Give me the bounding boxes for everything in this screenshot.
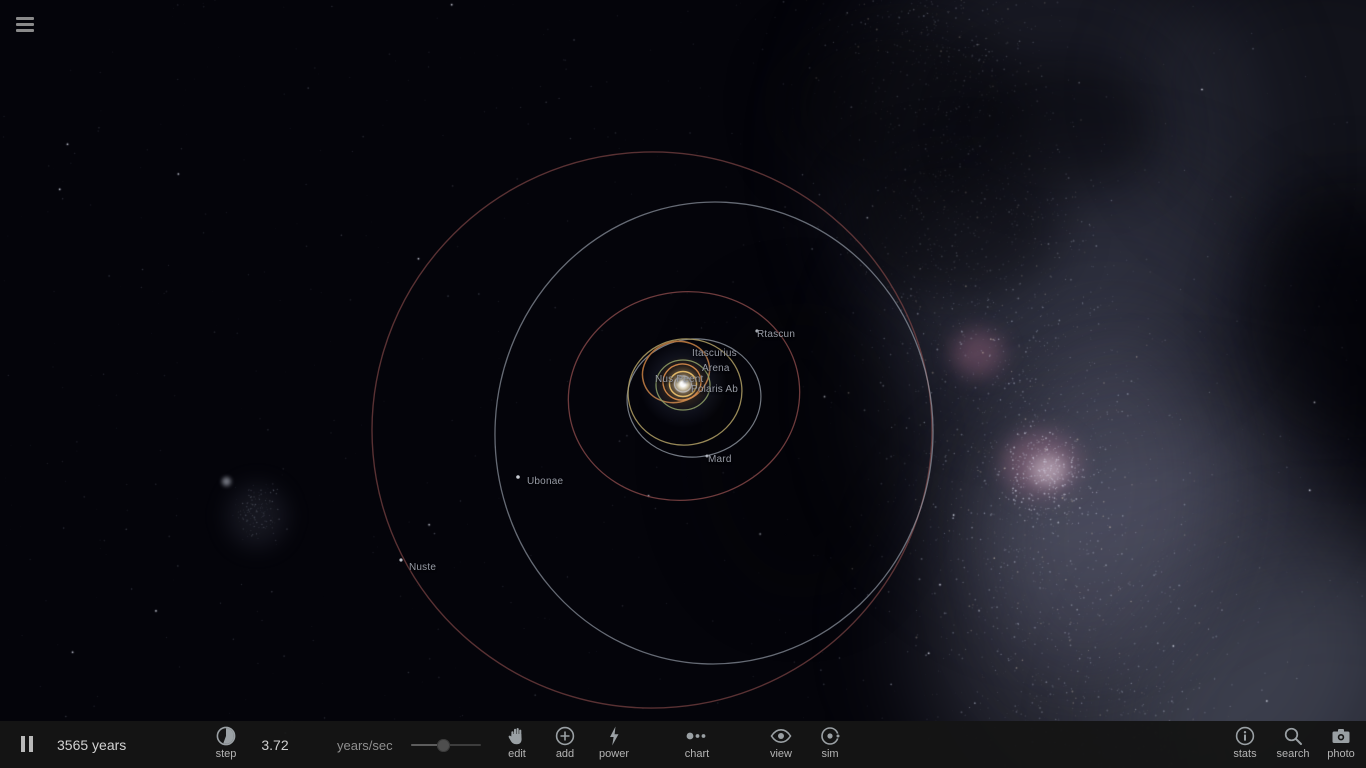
pie-clock-icon bbox=[216, 726, 236, 746]
chart-button[interactable]: chart bbox=[673, 725, 721, 765]
power-button[interactable]: power bbox=[590, 725, 638, 765]
sim-label: sim bbox=[821, 748, 839, 760]
search-label: search bbox=[1276, 748, 1310, 760]
orbit-icon bbox=[821, 727, 841, 745]
speed-value[interactable]: 3.72 bbox=[248, 737, 302, 753]
edit-button[interactable]: edit bbox=[493, 725, 541, 765]
hand-icon bbox=[508, 728, 522, 745]
info-icon bbox=[1235, 726, 1255, 746]
speed-unit-label: years/sec bbox=[337, 738, 393, 753]
orbit-ring-2[interactable] bbox=[483, 191, 945, 675]
space-viewport[interactable]: Polaris Ab Nus Peent Arena Itascurius Rt… bbox=[0, 0, 1366, 768]
step-label: step bbox=[215, 748, 237, 760]
label-rtascun[interactable]: Rtascun bbox=[757, 330, 795, 340]
view-label: view bbox=[769, 748, 792, 760]
pause-icon bbox=[21, 736, 25, 752]
stats-button[interactable]: stats bbox=[1221, 725, 1269, 765]
hamburger-menu-icon[interactable] bbox=[8, 10, 42, 42]
label-nuste[interactable]: Nuste bbox=[409, 563, 436, 573]
eye-icon bbox=[770, 728, 792, 744]
label-itascurius[interactable]: Itascurius bbox=[692, 349, 737, 359]
power-label: power bbox=[599, 748, 629, 760]
magnifier-icon bbox=[1284, 727, 1302, 745]
dots-icon bbox=[686, 732, 706, 740]
label-mard[interactable]: Mard bbox=[708, 455, 732, 465]
chart-label: chart bbox=[684, 748, 710, 760]
plus-circle-icon bbox=[555, 726, 575, 746]
speed-slider[interactable] bbox=[411, 733, 481, 757]
sim-button[interactable]: sim bbox=[806, 725, 854, 765]
slider-handle[interactable] bbox=[437, 739, 450, 752]
camera-icon bbox=[1332, 729, 1350, 743]
pause-icon bbox=[29, 736, 33, 752]
view-button[interactable]: view bbox=[757, 725, 805, 765]
edit-label: edit bbox=[508, 748, 526, 760]
label-polaris-ab[interactable]: Polaris Ab bbox=[691, 385, 738, 395]
planet-dot[interactable] bbox=[516, 475, 520, 479]
stats-label: stats bbox=[1233, 748, 1257, 760]
label-nus-peent[interactable]: Nus Peent bbox=[655, 375, 704, 385]
time-display[interactable]: 3565 years bbox=[57, 737, 126, 753]
lightning-icon bbox=[610, 726, 619, 746]
photo-label: photo bbox=[1327, 748, 1355, 760]
step-button[interactable]: step bbox=[202, 725, 250, 765]
add-button[interactable]: add bbox=[541, 725, 589, 765]
planet-dot[interactable] bbox=[399, 558, 403, 562]
orbit-ring-1[interactable] bbox=[349, 129, 955, 732]
photo-button[interactable]: photo bbox=[1317, 725, 1365, 765]
label-arena[interactable]: Arena bbox=[702, 364, 730, 374]
label-ubonae[interactable]: Ubonae bbox=[527, 477, 563, 487]
add-label: add bbox=[555, 748, 575, 760]
pause-button[interactable] bbox=[16, 736, 38, 754]
search-button[interactable]: search bbox=[1269, 725, 1317, 765]
